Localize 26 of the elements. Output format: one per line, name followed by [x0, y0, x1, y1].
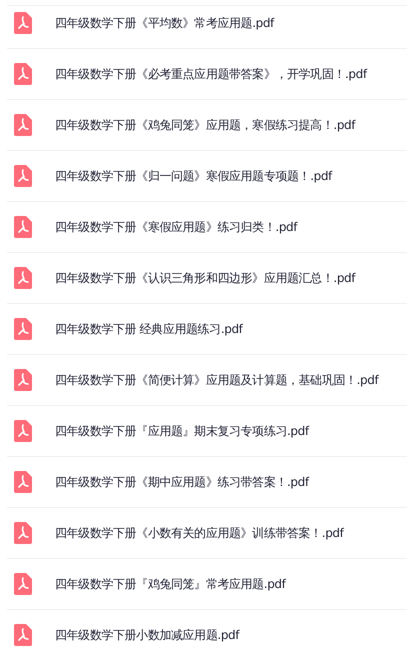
file-link[interactable]: 四年级数学下册《寒假应用题》练习归类！.pdf — [55, 218, 298, 236]
file-link[interactable]: 四年级数学下册『应用题』期末复习专项练习.pdf — [55, 422, 309, 440]
pdf-file-icon — [14, 216, 32, 238]
pdf-file-icon — [14, 573, 32, 595]
file-link[interactable]: 四年级数学下册《认识三角形和四边形》应用题汇总！.pdf — [55, 270, 356, 286]
pdf-file-icon — [14, 522, 32, 544]
file-link[interactable]: 四年级数学下册『鸡兔同笼』常考应用题.pdf — [55, 576, 286, 592]
pdf-file-icon — [14, 471, 32, 493]
pdf-file-icon — [14, 318, 32, 340]
pdf-file-icon — [14, 12, 32, 34]
file-link[interactable]: 四年级数学下册 经典应用题练习.pdf — [55, 320, 242, 338]
pdf-file-icon — [14, 267, 32, 289]
pdf-file-icon — [14, 369, 32, 391]
pdf-file-icon — [14, 165, 32, 187]
file-link[interactable]: 四年级数学下册《小数有关的应用题》训练带答案！.pdf — [55, 524, 344, 542]
pdf-file-icon — [14, 624, 32, 646]
file-link[interactable]: 四年级数学下册《平均数》常考应用题.pdf — [55, 14, 274, 32]
file-link[interactable]: 四年级数学下册《鸡兔同笼》应用题，寒假练习提高！.pdf — [55, 116, 356, 134]
file-link[interactable]: 四年级数学下册《简便计算》应用题及计算题，基础巩固！.pdf — [55, 372, 378, 388]
file-link[interactable]: 四年级数学下册小数加减应用题.pdf — [55, 626, 240, 644]
pdf-file-icon — [14, 63, 32, 85]
pdf-file-icon — [14, 114, 32, 136]
pdf-file-icon — [14, 420, 32, 442]
file-link[interactable]: 四年级数学下册《期中应用题》练习带答案！.pdf — [55, 474, 309, 490]
file-link[interactable]: 四年级数学下册《归一问题》寒假应用题专项题！.pdf — [55, 168, 332, 184]
file-link[interactable]: 四年级数学下册《必考重点应用题带答案》，开学巩固！.pdf — [55, 66, 367, 82]
